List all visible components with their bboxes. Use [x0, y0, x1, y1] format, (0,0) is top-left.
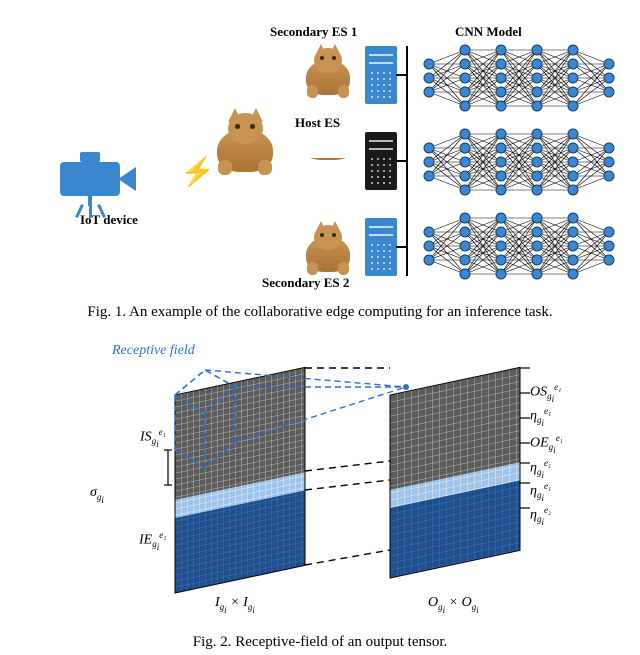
- label-eta-3: ηgie₁: [530, 481, 551, 503]
- server-secondary-1-icon: [365, 46, 397, 104]
- cat-image-partition-1: [300, 45, 356, 95]
- figure-2: Receptive field: [0, 325, 640, 630]
- figure-1: IoT device Secondary ES 1 Host ES Second…: [0, 0, 640, 300]
- figure-1-caption: Fig. 1. An example of the collaborative …: [0, 300, 640, 325]
- secondary-es-2-label: Secondary ES 2: [262, 275, 349, 291]
- secondary-es-1-label: Secondary ES 1: [270, 24, 357, 40]
- label-IE: IEgie₁: [139, 530, 166, 552]
- label-eta-4: ηgie₂: [530, 505, 551, 527]
- label-OS: OSgie₁: [530, 382, 561, 404]
- label-Idim: Igi × Igi: [215, 595, 255, 615]
- label-sigma: σgi: [90, 485, 104, 505]
- cat-image-partition-host: [300, 158, 356, 178]
- bus-connector-3: [396, 246, 408, 248]
- neural-network-3-icon: [415, 206, 615, 286]
- label-eta-1: ηgie₁: [530, 406, 551, 428]
- server-secondary-2-icon: [365, 218, 397, 276]
- bus-connector-1: [396, 74, 408, 76]
- cat-image-input: [210, 110, 280, 172]
- label-Odim: Ogi × Ogi: [428, 595, 479, 615]
- server-host-icon: [365, 132, 397, 190]
- label-OE: OEgie₁: [530, 433, 563, 455]
- label-eta-2: ηgie₁: [530, 458, 551, 480]
- figure-2-caption: Fig. 2. Receptive-field of an output ten…: [0, 630, 640, 655]
- receptive-field-diagram: [60, 335, 580, 605]
- bus-connector-2: [396, 160, 408, 162]
- label-IS: ISgie₁: [140, 427, 166, 449]
- camera-icon: [60, 152, 150, 207]
- neural-network-1-icon: [415, 38, 615, 118]
- neural-network-2-icon: [415, 122, 615, 202]
- host-es-label: Host ES: [295, 115, 340, 131]
- cat-image-partition-2: [300, 222, 356, 272]
